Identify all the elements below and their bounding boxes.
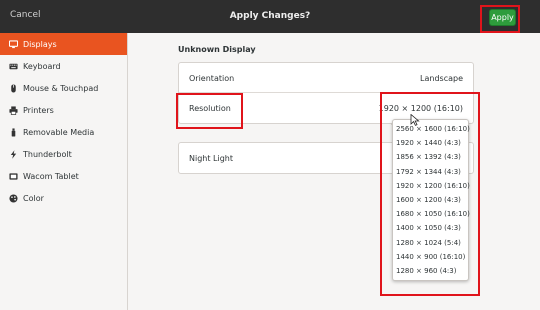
night-light-label: Night Light bbox=[189, 154, 233, 163]
printer-icon bbox=[9, 105, 18, 115]
sidebar-item-removable-media[interactable]: Removable Media bbox=[0, 121, 127, 143]
sidebar-item-thunderbolt[interactable]: Thunderbolt bbox=[0, 143, 127, 165]
thunderbolt-icon bbox=[9, 149, 18, 159]
sidebar-item-color[interactable]: Color bbox=[0, 187, 127, 209]
color-palette-icon bbox=[9, 193, 18, 203]
apply-highlight-box bbox=[480, 5, 520, 33]
sidebar-item-label: Wacom Tablet bbox=[23, 171, 79, 181]
display-name-heading: Unknown Display bbox=[178, 45, 256, 54]
sidebar-item-wacom-tablet[interactable]: Wacom Tablet bbox=[0, 165, 127, 187]
sidebar-item-displays[interactable]: Displays bbox=[0, 33, 127, 55]
usb-drive-icon bbox=[9, 127, 18, 137]
sidebar-item-mouse-touchpad[interactable]: Mouse & Touchpad bbox=[0, 77, 127, 99]
mouse-cursor-icon bbox=[410, 114, 420, 126]
sidebar-item-printers[interactable]: Printers bbox=[0, 99, 127, 121]
resolution-highlight-box bbox=[176, 93, 243, 129]
sidebar-item-label: Displays bbox=[23, 39, 57, 49]
mouse-icon bbox=[9, 83, 18, 93]
orientation-label: Orientation bbox=[189, 74, 235, 83]
display-icon bbox=[9, 39, 18, 49]
dropdown-highlight-box bbox=[380, 92, 480, 296]
sidebar-item-label: Thunderbolt bbox=[23, 149, 72, 159]
sidebar-item-label: Removable Media bbox=[23, 127, 95, 137]
sidebar-item-label: Printers bbox=[23, 105, 54, 115]
sidebar-item-label: Color bbox=[23, 193, 44, 203]
sidebar-item-label: Keyboard bbox=[23, 61, 61, 71]
keyboard-icon bbox=[9, 62, 18, 71]
tablet-icon bbox=[9, 172, 18, 181]
orientation-value: Landscape bbox=[420, 74, 463, 83]
sidebar: Displays Keyboard Mouse & Touchpad Print… bbox=[0, 33, 128, 310]
header-bar: Cancel Apply Changes? Apply bbox=[0, 0, 540, 33]
sidebar-item-keyboard[interactable]: Keyboard bbox=[0, 55, 127, 77]
orientation-row[interactable]: Orientation Landscape bbox=[179, 63, 473, 93]
dialog-title: Apply Changes? bbox=[229, 11, 311, 21]
settings-window: Cancel Apply Changes? Apply Displays Key… bbox=[0, 0, 540, 310]
sidebar-item-label: Mouse & Touchpad bbox=[23, 83, 99, 93]
